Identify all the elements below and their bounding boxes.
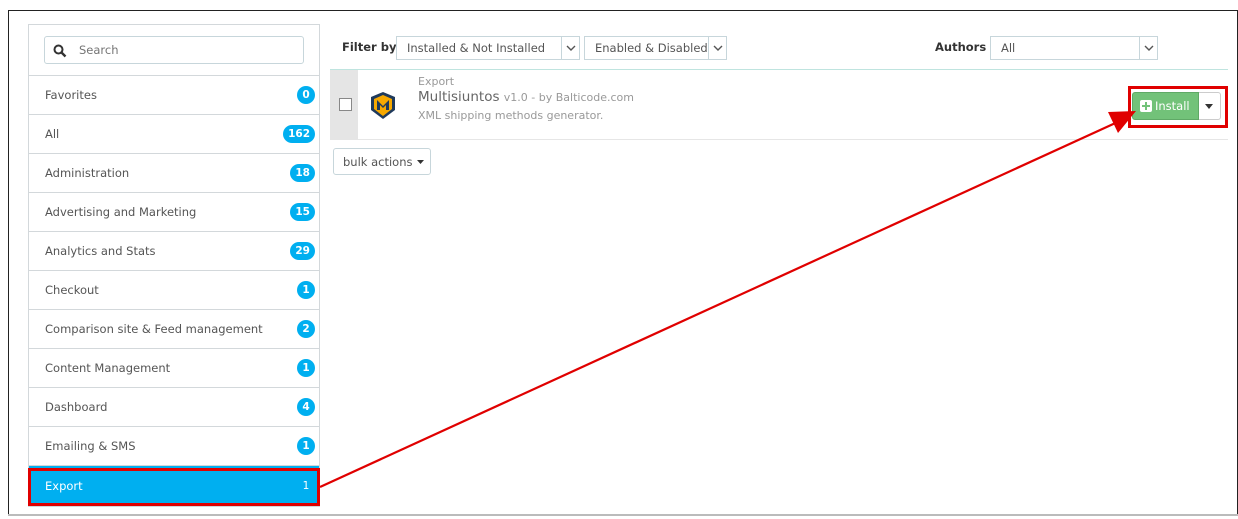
search-input[interactable] xyxy=(79,43,279,57)
sidebar-item-administration[interactable]: Administration 18 xyxy=(29,154,319,193)
category-count-badge: 4 xyxy=(297,398,315,416)
category-count-badge: 162 xyxy=(283,125,315,143)
install-label: Install xyxy=(1155,99,1190,113)
sidebar-item-favorites[interactable]: Favorites 0 xyxy=(29,76,319,115)
authors-select[interactable]: All xyxy=(990,36,1158,60)
caret-down-icon xyxy=(416,159,424,164)
sidebar-item-comparison-feed[interactable]: Comparison site & Feed management 2 xyxy=(29,310,319,349)
category-count-badge: 1 xyxy=(297,437,315,455)
category-label: Content Management xyxy=(45,361,171,375)
chevron-down-icon xyxy=(708,37,726,59)
sidebar-item-analytics-stats[interactable]: Analytics and Stats 29 xyxy=(29,232,319,271)
category-label: Checkout xyxy=(45,283,99,297)
sidebar-item-content-management[interactable]: Content Management 1 xyxy=(29,349,319,388)
category-label: Dashboard xyxy=(45,400,108,414)
bulk-actions-label: bulk actions xyxy=(343,154,413,169)
filter-by-label: Filter by xyxy=(342,40,397,54)
category-count-badge: 18 xyxy=(290,164,315,182)
sidebar-item-export[interactable]: Export 1 xyxy=(29,466,319,506)
install-button-group: Install xyxy=(1132,92,1221,120)
module-version-author: v1.0 - by Balticode.com xyxy=(503,91,634,104)
bulk-actions-button[interactable]: bulk actions xyxy=(333,148,431,175)
category-count-badge: 29 xyxy=(290,242,315,260)
chevron-down-icon xyxy=(1139,37,1157,59)
category-count-badge: 1 xyxy=(302,480,310,492)
bottom-edge xyxy=(8,514,1238,516)
category-label: Advertising and Marketing xyxy=(45,205,197,219)
search-area xyxy=(29,25,319,76)
sidebar-item-emailing-sms[interactable]: Emailing & SMS 1 xyxy=(29,427,319,466)
category-count-badge: 0 xyxy=(297,86,315,104)
category-label: Administration xyxy=(45,166,130,180)
category-label: Analytics and Stats xyxy=(45,244,156,258)
module-description: XML shipping methods generator. xyxy=(418,109,604,122)
module-title: Multisiuntos v1.0 - by Balticode.com xyxy=(418,89,634,105)
enabled-status-value: Enabled & Disabled xyxy=(595,41,708,55)
category-count-badge: 2 xyxy=(297,320,315,338)
authors-value: All xyxy=(1001,41,1016,55)
category-label: Emailing & SMS xyxy=(45,439,136,453)
module-category: Export xyxy=(418,75,455,88)
sidebar-item-advertising-marketing[interactable]: Advertising and Marketing 15 xyxy=(29,193,319,232)
enabled-status-select[interactable]: Enabled & Disabled xyxy=(584,36,727,60)
search-box[interactable] xyxy=(44,36,304,64)
category-count-badge: 1 xyxy=(297,281,315,299)
module-logo-icon xyxy=(366,88,400,122)
install-button[interactable]: Install xyxy=(1132,92,1199,120)
category-sidebar: Favorites 0 All 162 Administration 18 Ad… xyxy=(28,24,320,507)
module-row: Export Multisiuntos v1.0 - by Balticode.… xyxy=(330,70,1228,140)
sidebar-item-all[interactable]: All 162 xyxy=(29,115,319,154)
row-select-handle xyxy=(330,70,358,140)
install-status-select[interactable]: Installed & Not Installed xyxy=(396,36,580,60)
search-icon xyxy=(53,43,67,58)
category-count-badge: 1 xyxy=(297,359,315,377)
sidebar-item-dashboard[interactable]: Dashboard 4 xyxy=(29,388,319,427)
module-checkbox[interactable] xyxy=(339,98,352,111)
install-status-value: Installed & Not Installed xyxy=(407,41,546,55)
sidebar-item-checkout[interactable]: Checkout 1 xyxy=(29,271,319,310)
category-label: Favorites xyxy=(45,88,97,102)
install-dropdown-toggle[interactable] xyxy=(1198,92,1221,120)
chevron-down-icon xyxy=(561,37,579,59)
category-label: Comparison site & Feed management xyxy=(45,322,263,336)
category-label: Export xyxy=(45,479,83,493)
category-label: All xyxy=(45,127,60,141)
filter-bar: Filter by Installed & Not Installed Enab… xyxy=(330,33,1228,63)
plus-square-icon xyxy=(1140,100,1152,112)
module-name: Multisiuntos xyxy=(418,89,500,105)
category-count-badge: 15 xyxy=(290,203,315,221)
authors-label: Authors xyxy=(935,40,987,54)
caret-down-icon xyxy=(1205,103,1214,109)
